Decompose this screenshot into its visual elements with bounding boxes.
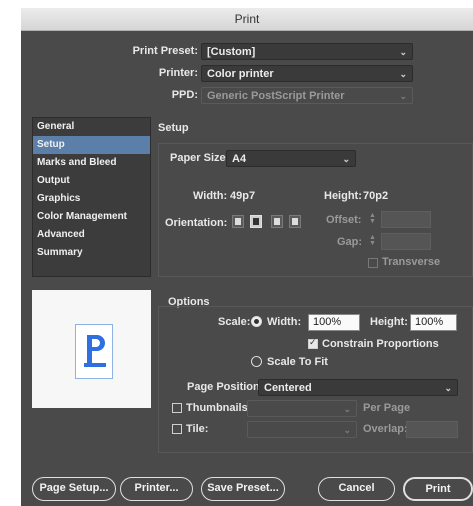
sidebar-item-graphics[interactable]: Graphics bbox=[33, 190, 150, 208]
reverse-landscape-orientation-icon[interactable] bbox=[289, 215, 301, 228]
printer-label: Printer: bbox=[158, 67, 198, 79]
tile-label: Tile: bbox=[186, 423, 209, 435]
sidebar-item-general[interactable]: General bbox=[33, 118, 150, 136]
orientation-label: Orientation: bbox=[165, 217, 228, 229]
page-preview bbox=[32, 290, 151, 408]
scale-height-label: Height: bbox=[370, 316, 408, 328]
sidebar-item-summary[interactable]: Summary bbox=[33, 244, 150, 262]
per-page-label: Per Page bbox=[363, 402, 411, 414]
chevron-down-icon: ⌄ bbox=[399, 91, 407, 101]
sidebar-item-setup[interactable]: Setup bbox=[33, 136, 150, 154]
page-thumbnail bbox=[75, 324, 113, 379]
paper-size-value: A4 bbox=[232, 153, 247, 165]
chevron-down-icon: ⌄ bbox=[444, 383, 452, 393]
overlap-input[interactable] bbox=[406, 421, 458, 438]
gap-stepper[interactable]: ▲ ▼ bbox=[368, 234, 377, 248]
page-position-label: Page Position: bbox=[187, 381, 264, 393]
scale-height-input[interactable]: 100% bbox=[410, 314, 457, 331]
height-value: 70p2 bbox=[363, 190, 389, 202]
gap-input[interactable] bbox=[381, 233, 431, 250]
printer-value: Color printer bbox=[207, 68, 274, 80]
preview-glyph-icon bbox=[84, 335, 106, 367]
chevron-down-icon: ⌄ bbox=[343, 425, 351, 435]
thumbnails-label: Thumbnails: bbox=[186, 402, 252, 414]
thumbnails-select[interactable]: ⌄ bbox=[247, 400, 357, 417]
overlap-label: Overlap: bbox=[363, 423, 408, 435]
width-value: 49p7 bbox=[230, 190, 256, 202]
scale-to-fit-radio[interactable] bbox=[251, 356, 262, 367]
transverse-label: Transverse bbox=[382, 256, 441, 268]
sidebar-item-color-management[interactable]: Color Management bbox=[33, 208, 150, 226]
setup-heading: Setup bbox=[158, 122, 189, 134]
paper-size-label: Paper Size: bbox=[170, 152, 230, 164]
chevron-down-icon: ⌄ bbox=[343, 404, 351, 414]
ppd-value: Generic PostScript Printer bbox=[207, 90, 345, 102]
paper-size-select[interactable]: A4 ⌄ bbox=[226, 150, 356, 167]
landscape-orientation-icon[interactable] bbox=[250, 215, 262, 228]
chevron-down-icon: ⌄ bbox=[342, 154, 350, 164]
printer-select[interactable]: Color printer ⌄ bbox=[201, 65, 413, 82]
scale-to-fit-label: Scale To Fit bbox=[267, 356, 328, 368]
cancel-button[interactable]: Cancel bbox=[318, 477, 395, 501]
scale-width-radio[interactable] bbox=[251, 316, 262, 327]
sidebar-item-marks-and-bleed[interactable]: Marks and Bleed bbox=[33, 154, 150, 172]
scale-label: Scale: bbox=[218, 316, 251, 328]
scale-width-label: Width: bbox=[267, 316, 302, 328]
gap-label: Gap: bbox=[337, 236, 363, 248]
tile-select[interactable]: ⌄ bbox=[247, 421, 357, 438]
chevron-down-icon: ⌄ bbox=[399, 47, 407, 57]
print-preset-select[interactable]: [Custom] ⌄ bbox=[201, 43, 413, 60]
width-label: Width: bbox=[193, 190, 228, 202]
window-title: Print bbox=[21, 8, 473, 31]
print-preset-value: [Custom] bbox=[207, 46, 256, 58]
print-preset-label: Print Preset: bbox=[132, 45, 198, 57]
page-setup-button[interactable]: Page Setup... bbox=[32, 477, 116, 501]
ppd-select[interactable]: Generic PostScript Printer ⌄ bbox=[201, 87, 413, 104]
page-position-select[interactable]: Centered ⌄ bbox=[258, 379, 458, 396]
constrain-proportions-label: Constrain Proportions bbox=[322, 338, 439, 350]
print-dialog: Print Print Preset: [Custom] ⌄ Printer: … bbox=[21, 8, 473, 506]
printer-button[interactable]: Printer... bbox=[120, 477, 193, 501]
scale-width-input[interactable]: 100% bbox=[308, 314, 360, 331]
thumbnails-checkbox[interactable] bbox=[172, 403, 182, 413]
chevron-down-icon: ⌄ bbox=[399, 69, 407, 79]
transverse-checkbox[interactable] bbox=[368, 258, 378, 268]
offset-input[interactable] bbox=[381, 211, 431, 228]
print-button[interactable]: Print bbox=[403, 477, 473, 501]
sidebar-item-advanced[interactable]: Advanced bbox=[33, 226, 150, 244]
constrain-proportions-checkbox[interactable] bbox=[308, 337, 318, 349]
tile-checkbox[interactable] bbox=[172, 424, 182, 434]
offset-label: Offset: bbox=[326, 214, 362, 226]
ppd-label: PPD: bbox=[171, 89, 198, 101]
page-position-value: Centered bbox=[264, 382, 312, 394]
offset-stepper[interactable]: ▲ ▼ bbox=[368, 212, 377, 226]
sidebar-item-output[interactable]: Output bbox=[33, 172, 150, 190]
reverse-portrait-orientation-icon[interactable] bbox=[271, 215, 283, 228]
height-label: Height: bbox=[324, 190, 362, 202]
save-preset-button[interactable]: Save Preset... bbox=[201, 477, 285, 501]
category-list: General Setup Marks and Bleed Output Gra… bbox=[32, 117, 151, 277]
portrait-orientation-icon[interactable] bbox=[232, 215, 244, 228]
